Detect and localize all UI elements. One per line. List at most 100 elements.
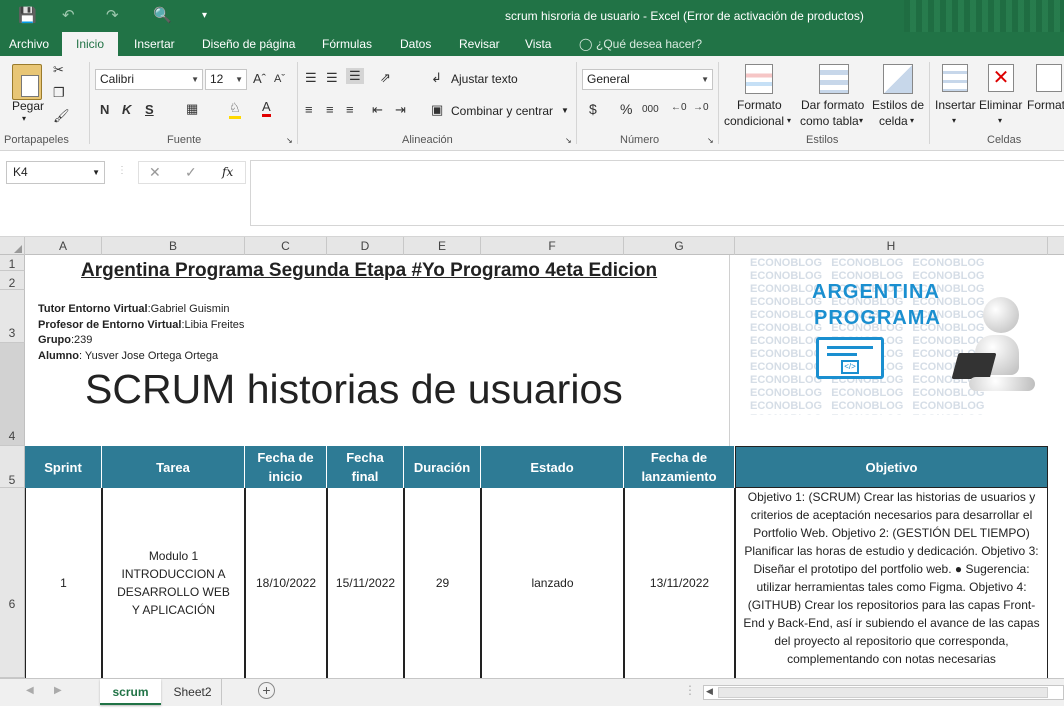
merge-center-icon[interactable]: ▣ bbox=[431, 102, 443, 118]
tab-formulas[interactable]: Fórmulas bbox=[322, 32, 372, 56]
cell-fecha-final[interactable]: 15/11/2022 bbox=[327, 488, 404, 678]
tab-archivo[interactable]: Archivo bbox=[9, 32, 49, 56]
chevron-down-icon[interactable]: ▼ bbox=[561, 106, 569, 115]
row-header-1[interactable]: 1 bbox=[0, 255, 25, 271]
align-right-icon[interactable]: ≡ bbox=[346, 102, 354, 117]
orientation-icon[interactable]: ⇗ bbox=[380, 70, 391, 86]
row-header-2[interactable]: 2 bbox=[0, 271, 25, 290]
cell-styles-label-1[interactable]: Estilos de bbox=[872, 98, 924, 112]
cell-sprint[interactable]: 1 bbox=[25, 488, 102, 678]
increase-decimal-icon[interactable]: ←0 bbox=[671, 102, 687, 113]
customize-qat-icon[interactable]: ▾ bbox=[202, 10, 207, 21]
insert-button[interactable]: Insertar bbox=[935, 98, 976, 112]
decrease-decimal-icon[interactable]: →0 bbox=[693, 102, 709, 113]
currency-button[interactable]: $ bbox=[589, 101, 597, 117]
shrink-font-icon[interactable]: Aˇ bbox=[274, 73, 285, 85]
column-header-h[interactable]: H bbox=[735, 237, 1048, 255]
cell-styles-label-2[interactable]: celda bbox=[879, 114, 908, 128]
align-bottom-icon[interactable]: ☰ bbox=[346, 68, 364, 84]
row-header-5[interactable]: 5 bbox=[0, 446, 25, 488]
column-header-b[interactable]: B bbox=[102, 237, 245, 255]
conditional-format-icon[interactable] bbox=[745, 64, 773, 94]
horizontal-scrollbar[interactable]: ◀ bbox=[703, 685, 1064, 700]
paste-icon[interactable] bbox=[12, 64, 42, 100]
format-as-table-icon[interactable] bbox=[819, 64, 849, 94]
sheet-tab-sheet2[interactable]: Sheet2 bbox=[164, 679, 222, 705]
dialog-launcher-icon[interactable]: ↘ bbox=[707, 136, 714, 145]
cancel-icon[interactable]: ✕ bbox=[149, 164, 161, 181]
cell-styles-icon[interactable] bbox=[883, 64, 913, 94]
decrease-indent-icon[interactable]: ⇤ bbox=[372, 102, 383, 118]
cond-format-label-2[interactable]: condicional bbox=[724, 114, 784, 128]
tab-diseno[interactable]: Diseño de página bbox=[202, 32, 295, 56]
add-sheet-icon[interactable]: + bbox=[258, 682, 275, 699]
font-name-select[interactable]: Calibri ▼ bbox=[95, 69, 203, 90]
dialog-launcher-icon[interactable]: ↘ bbox=[565, 136, 572, 145]
scroll-left-icon[interactable]: ◀ bbox=[26, 685, 34, 696]
cell-duracion[interactable]: 29 bbox=[404, 488, 481, 678]
copy-icon[interactable]: ❐ bbox=[53, 85, 65, 101]
lightbulb-icon[interactable]: ◯ bbox=[579, 32, 592, 56]
paste-button[interactable]: Pegar bbox=[12, 99, 44, 113]
cut-icon[interactable]: ✂ bbox=[53, 62, 64, 78]
align-left-icon[interactable]: ≡ bbox=[305, 102, 313, 117]
scroll-left-arrow-icon[interactable]: ◀ bbox=[706, 686, 713, 697]
tab-revisar[interactable]: Revisar bbox=[459, 32, 500, 56]
italic-button[interactable]: K bbox=[122, 102, 131, 117]
enter-icon[interactable]: ✓ bbox=[185, 164, 197, 181]
scroll-right-icon[interactable]: ▶ bbox=[54, 685, 62, 696]
worksheet[interactable]: Argentina Programa Segunda Etapa #Yo Pro… bbox=[25, 255, 1064, 678]
align-center-icon[interactable]: ≡ bbox=[326, 102, 334, 117]
thousands-button[interactable]: 000 bbox=[642, 104, 659, 115]
wrap-text-button[interactable]: Ajustar texto bbox=[451, 72, 518, 86]
merge-center-button[interactable]: Combinar y centrar bbox=[451, 104, 553, 118]
cell-tarea[interactable]: Modulo 1 INTRODUCCION A DESARROLLO WEB Y… bbox=[102, 488, 245, 678]
name-box[interactable]: K4 ▼ bbox=[6, 161, 105, 184]
scrollbar-thumb[interactable] bbox=[718, 687, 1048, 698]
dialog-launcher-icon[interactable]: ↘ bbox=[286, 136, 293, 145]
splitter-icon[interactable]: ⋮ bbox=[684, 683, 696, 697]
tab-inicio[interactable]: Inicio bbox=[62, 32, 119, 56]
tab-datos[interactable]: Datos bbox=[400, 32, 431, 56]
align-top-icon[interactable]: ☰ bbox=[305, 70, 317, 86]
underline-button[interactable]: S bbox=[145, 102, 154, 117]
increase-indent-icon[interactable]: ⇥ bbox=[395, 102, 406, 118]
format-cells-icon[interactable] bbox=[1036, 64, 1062, 92]
format-painter-icon[interactable]: 🖌 bbox=[53, 108, 70, 124]
undo-icon[interactable]: ↶ bbox=[62, 6, 75, 24]
cell-estado[interactable]: lanzado bbox=[481, 488, 624, 678]
cond-format-label-1[interactable]: Formato bbox=[737, 98, 782, 112]
row-header-6[interactable]: 6 bbox=[0, 488, 25, 678]
sheet-tab-scrum[interactable]: scrum bbox=[100, 679, 161, 705]
column-header-e[interactable]: E bbox=[404, 237, 481, 255]
row-header-3[interactable]: 3 bbox=[0, 290, 25, 343]
number-format-select[interactable]: General ▼ bbox=[582, 69, 713, 90]
bold-button[interactable]: N bbox=[100, 102, 109, 117]
save-icon[interactable]: 💾 bbox=[18, 6, 37, 24]
delete-cells-icon[interactable]: ✕ bbox=[988, 64, 1014, 92]
fill-color-icon[interactable]: ♘ bbox=[229, 100, 241, 119]
format-table-label-1[interactable]: Dar formato bbox=[801, 98, 864, 112]
tell-me-box[interactable]: ¿Qué desea hacer? bbox=[596, 32, 702, 56]
column-header-d[interactable]: D bbox=[327, 237, 404, 255]
chevron-down-icon[interactable]: ▾ bbox=[787, 116, 791, 125]
tab-vista[interactable]: Vista bbox=[525, 32, 551, 56]
chevron-down-icon[interactable]: ▾ bbox=[998, 116, 1002, 125]
wrap-text-icon[interactable]: ↲ bbox=[431, 70, 442, 86]
insert-function-icon[interactable]: fx bbox=[222, 165, 233, 179]
row-header-4[interactable]: 4 bbox=[0, 343, 25, 446]
column-header-f[interactable]: F bbox=[481, 237, 624, 255]
cell-objetivo[interactable]: Objetivo 1: (SCRUM) Crear las historias … bbox=[735, 488, 1048, 678]
column-header-c[interactable]: C bbox=[245, 237, 327, 255]
cell-fecha-lanzamiento[interactable]: 13/11/2022 bbox=[624, 488, 735, 678]
grow-font-icon[interactable]: Aˆ bbox=[253, 71, 266, 86]
tab-insertar[interactable]: Insertar bbox=[134, 32, 175, 56]
formula-input[interactable] bbox=[250, 160, 1064, 226]
column-header-a[interactable]: A bbox=[25, 237, 102, 255]
chevron-down-icon[interactable]: ▾ bbox=[859, 116, 863, 125]
print-preview-icon[interactable]: 🔍 bbox=[153, 6, 172, 24]
chevron-down-icon[interactable]: ▾ bbox=[952, 116, 956, 125]
font-color-icon[interactable]: A bbox=[262, 100, 271, 117]
delete-button[interactable]: Eliminar bbox=[979, 98, 1022, 112]
align-middle-icon[interactable]: ☰ bbox=[326, 70, 338, 86]
